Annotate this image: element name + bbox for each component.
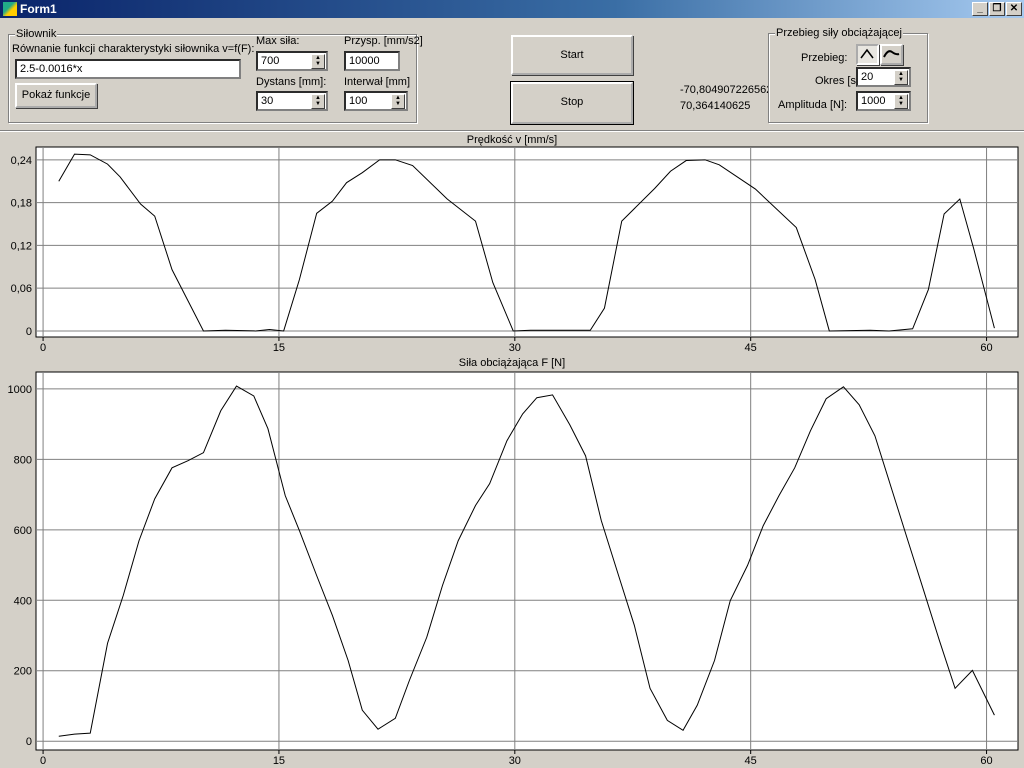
y-tick-label: 0 (26, 326, 32, 338)
x-tick-label: 15 (273, 342, 285, 354)
velocity-chart: 0 0,06 0,12 0,18 0,24 0 15 30 45 60 (11, 146, 1019, 354)
x-tick-label: 30 (509, 342, 521, 354)
plot-area (35, 146, 1019, 338)
x-tick-label: 0 (40, 342, 46, 354)
force-chart-title: Siła obciążająca F [N] (458, 357, 566, 369)
y-tick-label: 0,24 (11, 155, 32, 167)
y-tick-label: 0,06 (11, 283, 32, 295)
y-tick-label: 0,18 (11, 198, 32, 210)
x-tick-label: 45 (745, 342, 757, 354)
x-tick-label: 60 (980, 342, 992, 354)
y-tick-label: 0,12 (11, 240, 32, 252)
